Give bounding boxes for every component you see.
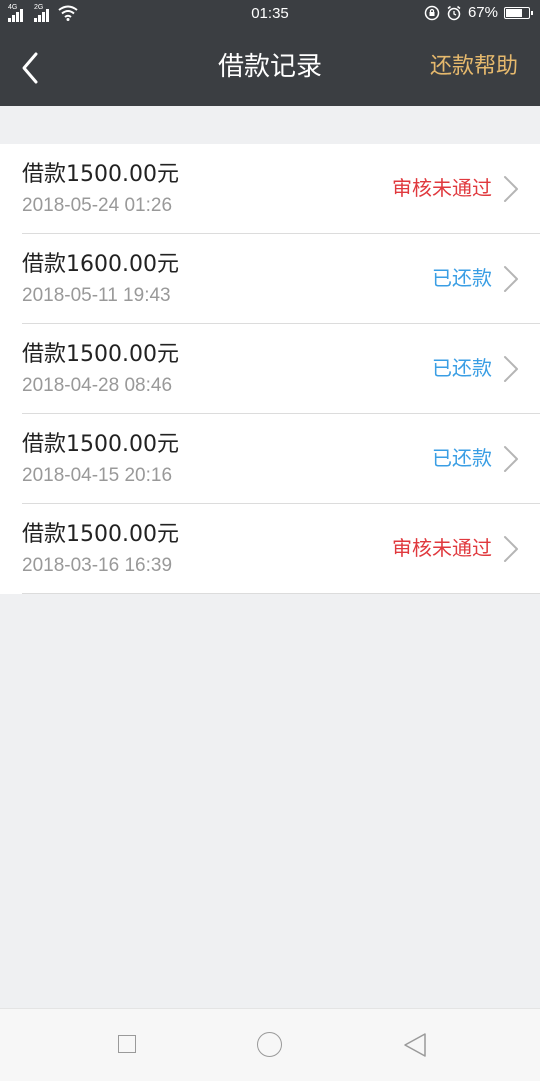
loan-status: 审核未通过 (392, 536, 492, 560)
loan-date: 2018-05-11 19:43 (22, 285, 171, 306)
loan-status: 已还款 (432, 266, 492, 290)
loan-date: 2018-03-16 16:39 (22, 555, 173, 576)
repayment-help-link[interactable]: 还款帮助 (430, 52, 518, 82)
loan-amount: 借款1500.00元 (22, 162, 179, 187)
loan-amount: 借款1600.00元 (22, 252, 179, 277)
home-button[interactable] (257, 1032, 282, 1057)
status-right: 67% (424, 4, 533, 21)
loan-record-row[interactable]: 借款1600.00元 2018-05-11 19:43 已还款 (22, 234, 540, 324)
chevron-right-icon (504, 536, 518, 562)
loan-record-row[interactable]: 借款1500.00元 2018-05-24 01:26 审核未通过 (22, 144, 540, 234)
loan-amount: 借款1500.00元 (22, 522, 179, 547)
recent-apps-button[interactable] (118, 1035, 136, 1053)
status-bar: 4G 2G 01:35 67% (0, 0, 540, 28)
battery-icon (504, 6, 533, 19)
back-nav-icon[interactable] (401, 1031, 429, 1059)
chevron-right-icon (504, 356, 518, 382)
loan-status: 审核未通过 (392, 176, 492, 200)
loan-date: 2018-04-28 08:46 (22, 375, 173, 396)
loan-date: 2018-04-15 20:16 (22, 465, 173, 486)
system-navigation-bar (0, 1008, 540, 1081)
loan-status: 已还款 (432, 446, 492, 470)
loan-record-row[interactable]: 借款1500.00元 2018-03-16 16:39 审核未通过 (22, 504, 540, 594)
loan-record-row[interactable]: 借款1500.00元 2018-04-28 08:46 已还款 (22, 324, 540, 414)
rotation-lock-icon (424, 5, 440, 20)
alarm-icon (447, 5, 461, 20)
loan-amount: 借款1500.00元 (22, 342, 179, 367)
chevron-right-icon (504, 176, 518, 202)
chevron-right-icon (504, 446, 518, 472)
loan-status: 已还款 (432, 356, 492, 380)
loan-date: 2018-05-24 01:26 (22, 195, 173, 216)
battery-percent: 67% (467, 4, 498, 21)
chevron-right-icon (504, 266, 518, 292)
loan-amount: 借款1500.00元 (22, 432, 179, 457)
loan-record-row[interactable]: 借款1500.00元 2018-04-15 20:16 已还款 (22, 414, 540, 504)
title-bar: 借款记录 还款帮助 (0, 28, 540, 106)
loan-record-list: 借款1500.00元 2018-05-24 01:26 审核未通过 借款1600.00… (0, 144, 540, 594)
